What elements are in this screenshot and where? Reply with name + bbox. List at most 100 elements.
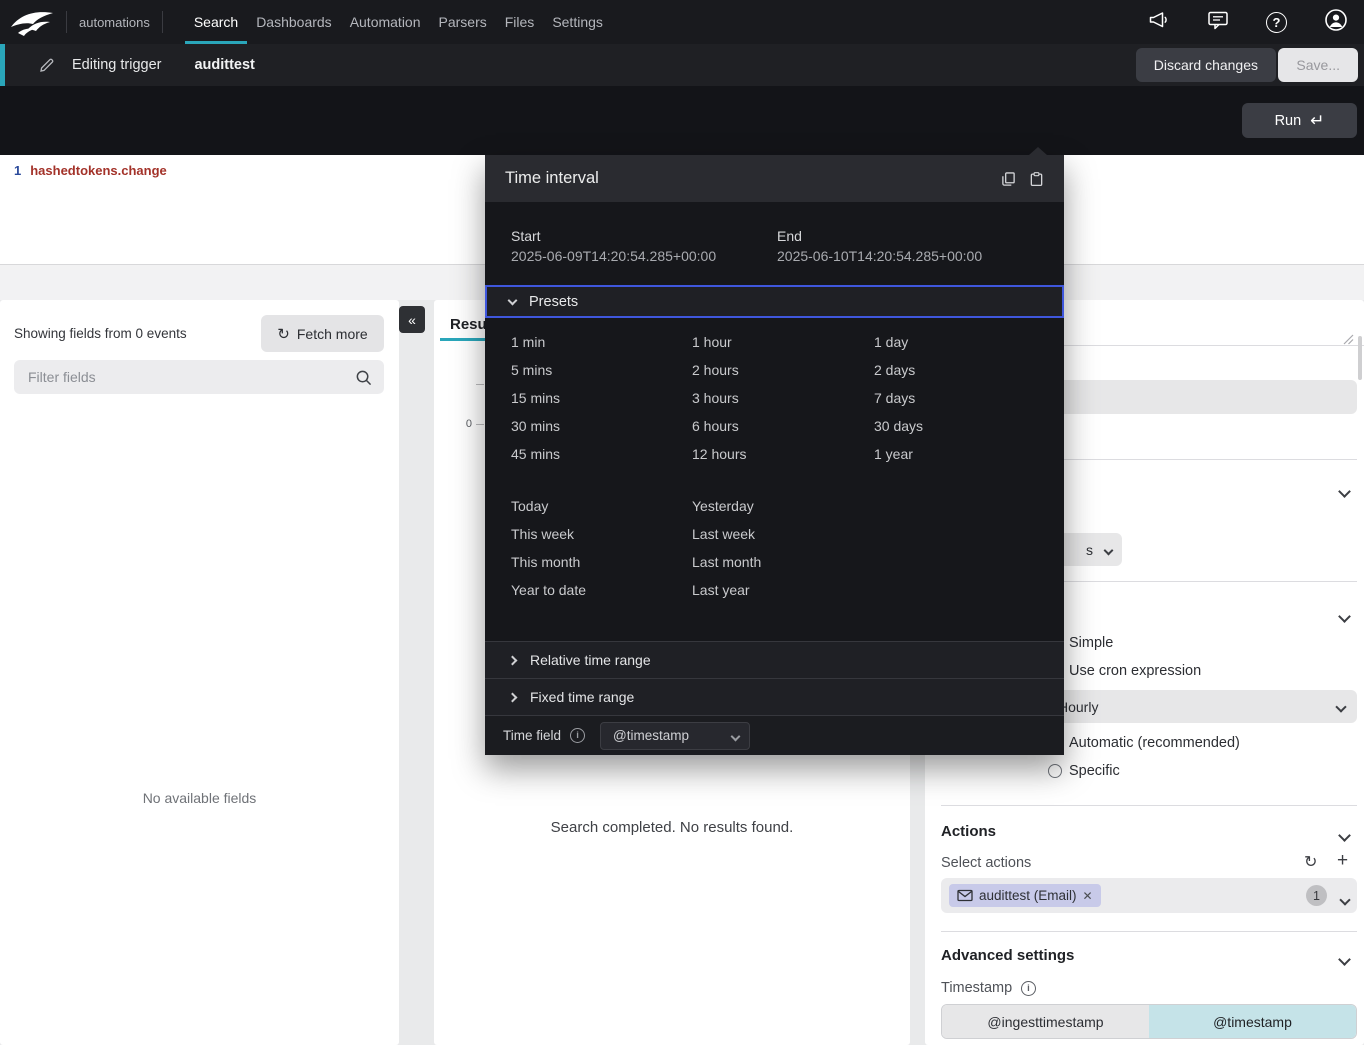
crowdstrike-falcon-logo[interactable] — [10, 7, 54, 37]
config-divider — [941, 931, 1357, 932]
actions-select-box[interactable]: audittest (Email) ✕ 1 — [941, 878, 1357, 913]
return-key-icon: ↵ — [1310, 111, 1324, 131]
nav-icon-cluster: ? — [1148, 8, 1348, 37]
time-field-dropdown[interactable]: @timestamp — [600, 722, 750, 750]
config-divider — [941, 805, 1357, 806]
time-interval-dialog: Time interval Start 2025-06-09T14:20:54.… — [485, 155, 1064, 755]
time-field-info-icon[interactable]: i — [570, 728, 585, 743]
fetch-more-button[interactable]: ↻ Fetch more — [261, 315, 384, 352]
preset-option[interactable]: 1 min — [511, 328, 560, 356]
nav-divider — [66, 11, 67, 33]
preset-days-column: 1 day 2 days 7 days 30 days 1 year — [874, 328, 923, 468]
preset-option[interactable]: Last month — [692, 548, 761, 576]
preset-minutes-column: 1 min 5 mins 15 mins 30 mins 45 mins — [511, 328, 560, 468]
end-label: End — [777, 228, 802, 244]
feedback-icon[interactable] — [1207, 10, 1229, 35]
preset-option[interactable]: 45 mins — [511, 440, 560, 468]
preset-option[interactable]: 3 hours — [692, 384, 746, 412]
preset-option[interactable]: 1 hour — [692, 328, 746, 356]
add-action-icon[interactable]: + — [1337, 850, 1348, 872]
presets-section-header[interactable]: Presets — [485, 285, 1064, 318]
preset-option[interactable]: 7 days — [874, 384, 923, 412]
preset-option[interactable]: Last year — [692, 576, 761, 604]
collapse-fields-panel-button[interactable]: « — [399, 306, 425, 333]
pencil-icon — [39, 57, 55, 73]
preset-option[interactable]: This month — [511, 548, 586, 576]
interval-dropdown-text: s — [1086, 542, 1093, 558]
option-specific-label[interactable]: Specific — [1069, 763, 1120, 779]
relative-time-range-row[interactable]: Relative time range — [485, 641, 1064, 678]
schedule-section-chevron-icon[interactable] — [1340, 608, 1349, 626]
run-button[interactable]: Run ↵ — [1242, 103, 1357, 138]
preset-option[interactable]: 6 hours — [692, 412, 746, 440]
tab-automation[interactable]: Automation — [341, 0, 430, 44]
frequency-value: Hourly — [1058, 699, 1098, 715]
actions-chevron-icon[interactable] — [1340, 827, 1349, 845]
preset-option[interactable]: Yesterday — [692, 492, 761, 520]
query-line: 1 hashedtokens.change — [14, 163, 167, 178]
top-nav: automations Search Dashboards Automation… — [0, 0, 1364, 44]
discard-changes-button[interactable]: Discard changes — [1136, 48, 1276, 82]
panel-scrollbar[interactable] — [1358, 336, 1362, 380]
preset-option[interactable]: 2 hours — [692, 356, 746, 384]
announcements-icon[interactable] — [1148, 10, 1170, 35]
section-chevron-icon[interactable] — [1340, 483, 1349, 501]
frequency-dropdown[interactable]: Hourly — [1046, 690, 1357, 723]
preset-option[interactable]: Year to date — [511, 576, 586, 604]
editing-trigger-bar: Editing trigger audittest Discard change… — [0, 44, 1364, 86]
relative-time-range-label: Relative time range — [530, 652, 651, 668]
option-cron-label[interactable]: Use cron expression — [1069, 663, 1201, 679]
option-automatic-label[interactable]: Automatic (recommended) — [1069, 735, 1240, 751]
preset-option[interactable]: 30 days — [874, 412, 923, 440]
refresh-actions-icon[interactable]: ↻ — [1304, 852, 1317, 872]
end-value[interactable]: 2025-06-10T14:20:54.285+00:00 — [777, 248, 982, 264]
segment-ingesttimestamp[interactable]: @ingesttimestamp — [942, 1005, 1149, 1038]
preset-option[interactable]: 15 mins — [511, 384, 560, 412]
preset-option[interactable]: Today — [511, 492, 586, 520]
start-value[interactable]: 2025-06-09T14:20:54.285+00:00 — [511, 248, 716, 264]
advanced-settings-title: Advanced settings — [941, 947, 1074, 964]
preset-option[interactable]: 1 day — [874, 328, 923, 356]
preset-option[interactable]: 30 mins — [511, 412, 560, 440]
tab-dashboards[interactable]: Dashboards — [247, 0, 341, 44]
preset-option[interactable]: This week — [511, 520, 586, 548]
fixed-time-range-row[interactable]: Fixed time range — [485, 678, 1064, 715]
refresh-icon: ↻ — [277, 325, 290, 343]
fetch-more-label: Fetch more — [297, 326, 368, 342]
radio-specific[interactable] — [1048, 764, 1062, 778]
action-tag[interactable]: audittest (Email) ✕ — [949, 884, 1101, 907]
preset-option[interactable]: 5 mins — [511, 356, 560, 384]
save-button[interactable]: Save... — [1278, 48, 1358, 82]
filter-fields-input[interactable] — [26, 368, 355, 386]
preset-option[interactable]: 12 hours — [692, 440, 746, 468]
no-fields-message: No available fields — [0, 790, 399, 806]
paste-icon[interactable] — [1029, 171, 1044, 187]
preset-option[interactable]: Last week — [692, 520, 761, 548]
workspace-label[interactable]: automations — [79, 15, 150, 30]
advanced-chevron-icon[interactable] — [1340, 951, 1349, 969]
timestamp-info-icon[interactable]: i — [1021, 981, 1036, 996]
email-icon — [957, 889, 973, 902]
tab-search[interactable]: Search — [185, 0, 247, 44]
run-label: Run — [1275, 113, 1302, 129]
copy-icon[interactable] — [1001, 171, 1016, 187]
accent-bar — [0, 44, 5, 86]
help-icon[interactable]: ? — [1266, 12, 1287, 33]
fixed-time-range-label: Fixed time range — [530, 689, 634, 705]
actions-dropdown-chevron-icon[interactable] — [1341, 891, 1349, 909]
remove-action-icon[interactable]: ✕ — [1083, 889, 1093, 903]
tab-files[interactable]: Files — [496, 0, 544, 44]
tab-parsers[interactable]: Parsers — [430, 0, 496, 44]
time-navigation-bar: 2025-06-09 14:20:54 2025-06-10 14:20:54 … — [0, 86, 1364, 155]
tab-settings[interactable]: Settings — [543, 0, 612, 44]
chevron-right-icon — [508, 692, 518, 702]
account-icon[interactable] — [1324, 8, 1348, 37]
preset-option[interactable]: 2 days — [874, 356, 923, 384]
nav-divider — [162, 11, 163, 33]
query-text: hashedtokens.change — [30, 163, 167, 178]
preset-option[interactable]: 1 year — [874, 440, 923, 468]
option-simple-label[interactable]: Simple — [1069, 635, 1113, 651]
segment-timestamp-selected[interactable]: @timestamp — [1149, 1005, 1356, 1038]
resize-grip-icon[interactable] — [1342, 332, 1354, 350]
trigger-name: audittest — [194, 57, 254, 73]
